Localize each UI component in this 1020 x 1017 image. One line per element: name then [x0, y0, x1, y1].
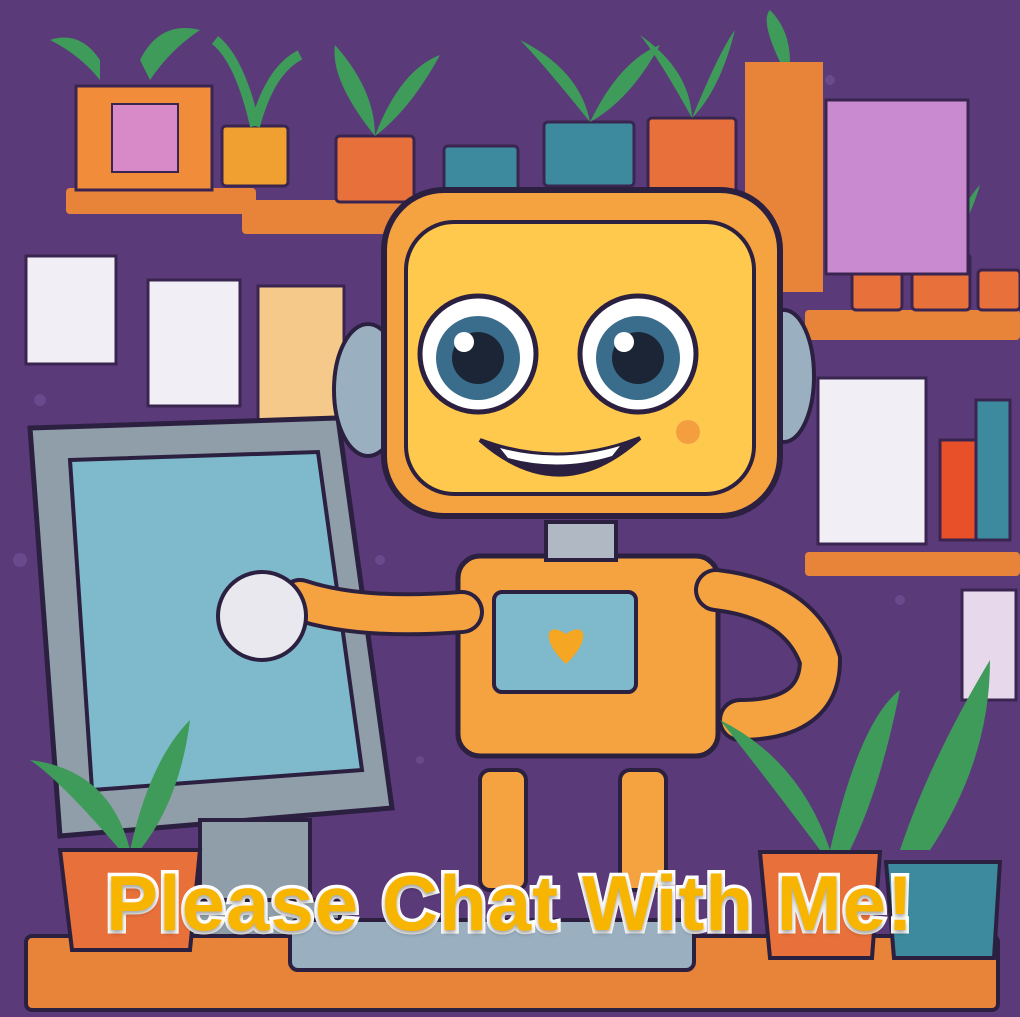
- picture-inner: [111, 103, 179, 173]
- caption-text: Please Chat With Me!: [102, 856, 916, 951]
- robot-hand: [216, 570, 308, 662]
- right-shelf: [805, 310, 1020, 340]
- right-lower-shelf: [805, 552, 1020, 576]
- top-left-shelf: [66, 188, 256, 214]
